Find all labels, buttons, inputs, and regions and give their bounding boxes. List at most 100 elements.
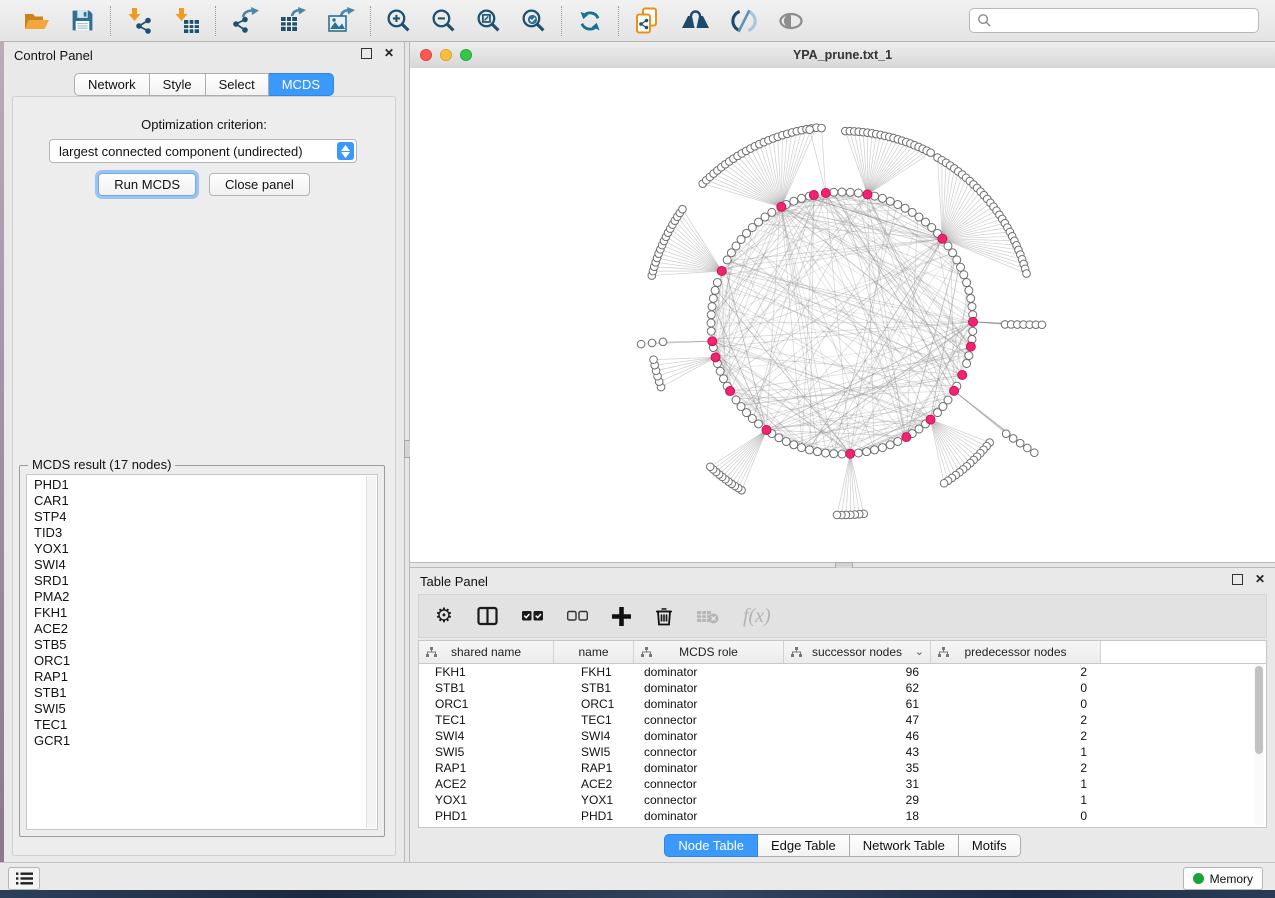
- leaf-node[interactable]: [648, 339, 656, 347]
- add-column-icon[interactable]: [612, 607, 631, 626]
- mcds-hub-node[interactable]: [846, 449, 855, 458]
- export-network-icon[interactable]: [231, 7, 259, 34]
- close-panel-icon[interactable]: ✕: [384, 49, 394, 58]
- leaf-node[interactable]: [679, 205, 687, 213]
- table-scrollbar-thumb[interactable]: [1255, 666, 1263, 754]
- tab-select[interactable]: Select: [206, 73, 269, 96]
- table-row[interactable]: SWI4SWI4dominator462: [419, 728, 1266, 744]
- ring-node[interactable]: [709, 294, 717, 302]
- ring-node[interactable]: [886, 441, 894, 449]
- ring-node[interactable]: [957, 263, 965, 271]
- ring-node[interactable]: [719, 375, 727, 383]
- ring-node[interactable]: [886, 197, 894, 205]
- table-row[interactable]: RAP1RAP1dominator352: [419, 760, 1266, 776]
- search-input[interactable]: [992, 13, 1251, 29]
- ring-node[interactable]: [871, 446, 879, 454]
- ring-node[interactable]: [953, 256, 961, 264]
- ring-node[interactable]: [965, 286, 973, 294]
- tab-style[interactable]: Style: [150, 73, 206, 96]
- hide-details-icon[interactable]: [731, 8, 757, 34]
- mcds-result-item[interactable]: SWI5: [34, 701, 377, 717]
- table-settings-icon[interactable]: ⚙: [435, 606, 453, 626]
- mcds-list-scrollbar[interactable]: [366, 476, 376, 828]
- ring-node[interactable]: [894, 438, 902, 446]
- ring-node[interactable]: [846, 188, 854, 196]
- open-file-icon[interactable]: [23, 8, 50, 34]
- mcds-result-item[interactable]: STB1: [34, 685, 377, 701]
- ring-node[interactable]: [732, 396, 740, 404]
- table-tab-node-table[interactable]: Node Table: [664, 834, 758, 857]
- ring-node[interactable]: [830, 450, 838, 458]
- zoom-fit-icon[interactable]: [476, 8, 501, 33]
- delete-column-icon[interactable]: [655, 606, 673, 626]
- table-row[interactable]: FKH1FKH1dominator962: [419, 664, 1266, 680]
- ring-node[interactable]: [775, 434, 783, 442]
- mcds-result-item[interactable]: TEC1: [34, 717, 377, 733]
- table-row[interactable]: SWI5SWI5connector431: [419, 744, 1266, 760]
- table-row[interactable]: ACE2ACE2connector311: [419, 776, 1266, 792]
- ring-node[interactable]: [813, 448, 821, 456]
- import-table-icon[interactable]: [173, 7, 200, 34]
- mcds-hub-node[interactable]: [777, 202, 786, 211]
- ring-node[interactable]: [854, 449, 862, 457]
- leaf-node[interactable]: [637, 340, 645, 348]
- mcds-hub-node[interactable]: [902, 433, 911, 442]
- ring-node[interactable]: [805, 446, 813, 454]
- leaf-node[interactable]: [940, 479, 948, 487]
- mcds-hub-node[interactable]: [950, 386, 959, 395]
- export-image-icon[interactable]: [327, 7, 355, 34]
- show-columns-icon[interactable]: [477, 606, 498, 626]
- ring-node[interactable]: [960, 271, 968, 279]
- ring-node[interactable]: [790, 441, 798, 449]
- ring-node[interactable]: [782, 438, 790, 446]
- leaf-node[interactable]: [806, 126, 814, 134]
- leaf-node[interactable]: [1002, 430, 1010, 438]
- mcds-hub-node[interactable]: [821, 189, 830, 198]
- leaf-node[interactable]: [1023, 270, 1031, 278]
- mcds-result-item[interactable]: GCR1: [34, 733, 377, 749]
- ring-node[interactable]: [967, 294, 975, 302]
- column-header-mcds-role[interactable]: MCDS role: [634, 641, 784, 663]
- mcds-result-item[interactable]: PHD1: [34, 477, 377, 493]
- mcds-result-item[interactable]: SWI4: [34, 557, 377, 573]
- mcds-hub-node[interactable]: [726, 387, 735, 396]
- minimize-window-icon[interactable]: [440, 49, 452, 61]
- memory-button[interactable]: Memory: [1183, 867, 1263, 890]
- refresh-icon[interactable]: [577, 8, 603, 34]
- mcds-result-item[interactable]: CAR1: [34, 493, 377, 509]
- leaf-node[interactable]: [1023, 444, 1031, 452]
- close-window-icon[interactable]: [420, 49, 432, 61]
- ring-node[interactable]: [965, 352, 973, 360]
- ring-node[interactable]: [963, 359, 971, 367]
- leaf-node[interactable]: [1031, 449, 1039, 457]
- ring-node[interactable]: [822, 449, 830, 457]
- ring-node[interactable]: [838, 450, 846, 458]
- leaf-node[interactable]: [1016, 439, 1024, 447]
- mcds-result-item[interactable]: ACE2: [34, 621, 377, 637]
- mcds-result-item[interactable]: ORC1: [34, 653, 377, 669]
- ring-node[interactable]: [894, 200, 902, 208]
- ring-node[interactable]: [723, 256, 731, 264]
- column-header-shared-name[interactable]: shared name: [419, 641, 554, 663]
- ring-node[interactable]: [713, 279, 721, 287]
- ring-node[interactable]: [707, 327, 715, 335]
- network-graph[interactable]: [410, 68, 1275, 562]
- search-network-icon[interactable]: [681, 9, 711, 33]
- leaf-node[interactable]: [818, 124, 826, 132]
- mcds-hub-node[interactable]: [926, 415, 935, 424]
- ring-node[interactable]: [933, 409, 941, 417]
- ring-node[interactable]: [854, 189, 862, 197]
- mcds-result-item[interactable]: FKH1: [34, 605, 377, 621]
- ring-node[interactable]: [716, 367, 724, 375]
- mcds-result-item[interactable]: YOX1: [34, 541, 377, 557]
- maximize-window-icon[interactable]: [460, 49, 472, 61]
- leaf-node[interactable]: [1038, 321, 1046, 329]
- ring-node[interactable]: [798, 194, 806, 202]
- ring-node[interactable]: [949, 249, 957, 257]
- table-tab-edge-table[interactable]: Edge Table: [758, 834, 850, 857]
- mcds-hub-node[interactable]: [958, 371, 967, 380]
- ring-node[interactable]: [790, 197, 798, 205]
- copy-share-icon[interactable]: [634, 7, 661, 35]
- zoom-selected-icon[interactable]: [521, 8, 546, 33]
- table-row[interactable]: PHD1PHD1dominator180: [419, 808, 1266, 824]
